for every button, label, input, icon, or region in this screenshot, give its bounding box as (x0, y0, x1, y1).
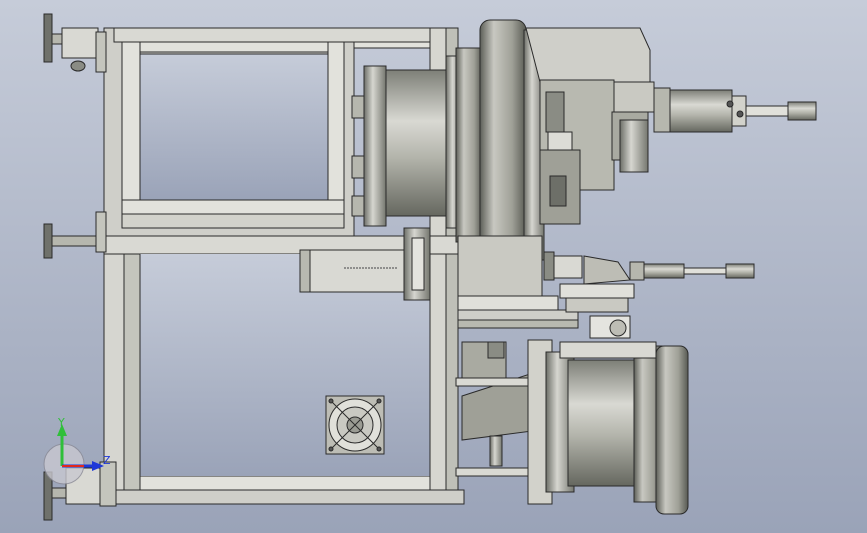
cad-viewport[interactable]: Y Z (0, 0, 867, 533)
machine-assembly-drawing: Y Z (0, 0, 867, 533)
triad-z-label: Z (103, 454, 111, 467)
cooling-fan (325, 395, 385, 455)
triad-y-label: Y (57, 416, 65, 429)
